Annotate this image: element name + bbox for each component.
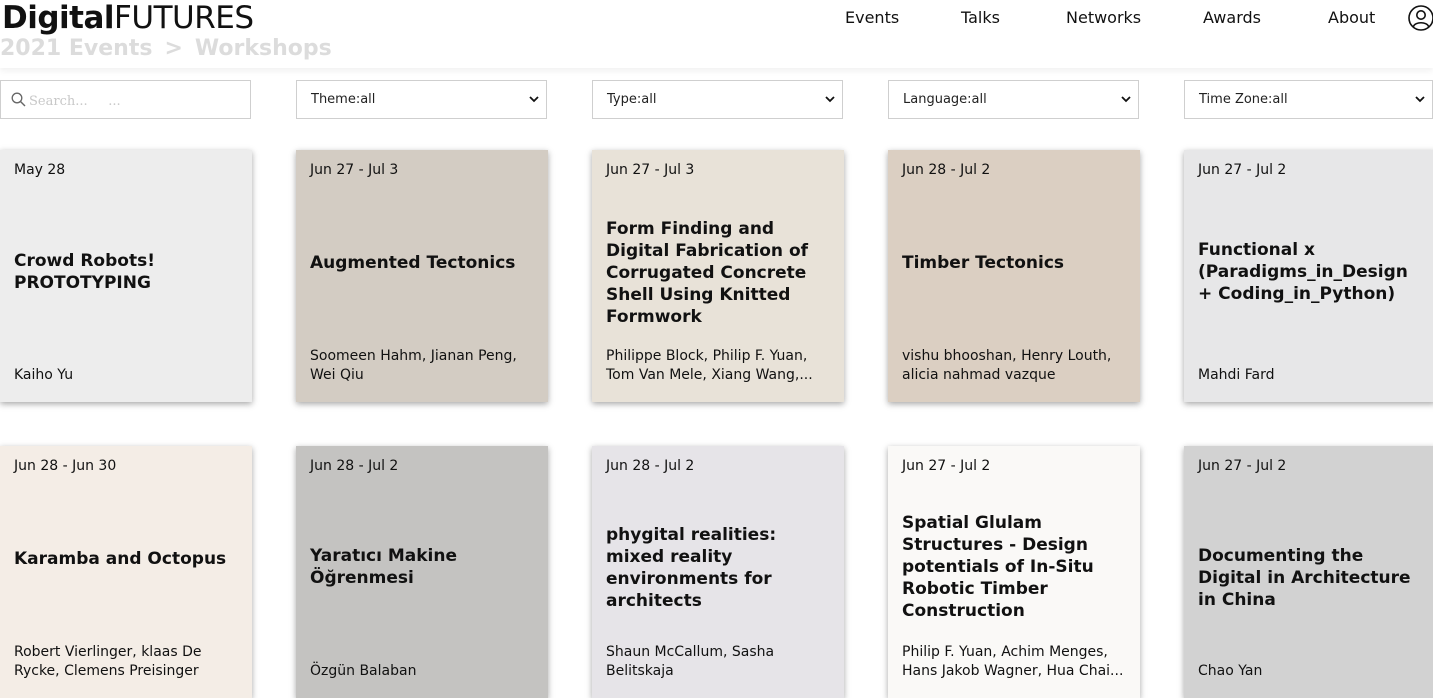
workshop-card[interactable]: Jun 27 - Jul 2 Spatial Glulam Structures…: [888, 446, 1140, 698]
main-nav: Events Talks Networks Awards About: [0, 8, 1433, 32]
card-date: May 28: [14, 162, 66, 178]
card-date: Jun 28 - Jul 2: [310, 458, 399, 474]
breadcrumb-parent[interactable]: 2021 Events: [0, 36, 152, 61]
type-select[interactable]: Type:all: [592, 80, 843, 119]
search-box[interactable]: [0, 80, 251, 119]
card-authors: vishu bhooshan, Henry Louth, alicia nahm…: [902, 348, 1112, 383]
nav-awards[interactable]: Awards: [1203, 8, 1261, 27]
card-authors: Robert Vierlinger, klaas De Rycke, Cleme…: [14, 644, 202, 679]
chevron-down-icon: [1415, 96, 1425, 103]
timezone-select[interactable]: Time Zone:all: [1184, 80, 1433, 119]
card-title: Augmented Tectonics: [310, 253, 516, 273]
card-date: Jun 27 - Jul 3: [606, 162, 695, 178]
card-date: Jun 27 - Jul 2: [1198, 458, 1287, 474]
card-authors: Chao Yan: [1198, 663, 1263, 679]
theme-select-value: Theme:all: [311, 92, 376, 107]
breadcrumb-separator: >: [164, 36, 183, 61]
card-date: Jun 28 - Jul 2: [606, 458, 695, 474]
chevron-down-icon: [529, 96, 539, 103]
card-authors: Philippe Block, Philip F. Yuan, Tom Van …: [606, 348, 813, 383]
card-title: Documenting the Digital in Architecture …: [1198, 546, 1411, 610]
workshop-card[interactable]: May 28 Crowd Robots! PROTOTYPING Kaiho Y…: [0, 150, 252, 402]
nav-events[interactable]: Events: [845, 8, 899, 27]
nav-networks[interactable]: Networks: [1066, 8, 1141, 27]
card-title: Form Finding and Digital Fabrication of …: [606, 219, 809, 327]
theme-select[interactable]: Theme:all: [296, 80, 547, 119]
card-date: Jun 27 - Jul 2: [1198, 162, 1287, 178]
search-icon: [11, 92, 26, 107]
filter-bar: Theme:all Type:all Language:all Time Zon…: [0, 80, 1433, 120]
card-authors: Özgün Balaban: [310, 663, 417, 679]
card-title: Functional x (Paradigms_in_Design + Codi…: [1198, 240, 1408, 304]
card-authors: Soomeen Hahm, Jianan Peng, Wei Qiu: [310, 348, 517, 383]
language-select[interactable]: Language:all: [888, 80, 1139, 119]
nav-about[interactable]: About: [1328, 8, 1375, 27]
card-authors: Philip F. Yuan, Achim Menges, Hans Jakob…: [902, 644, 1124, 679]
workshop-card[interactable]: Jun 27 - Jul 2 Documenting the Digital i…: [1184, 446, 1433, 698]
breadcrumb: 2021 Events > Workshops: [0, 36, 332, 61]
workshop-card[interactable]: Jun 28 - Jun 30 Karamba and Octopus Robe…: [0, 446, 252, 698]
card-authors: Shaun McCallum, Sasha Belitskaja: [606, 644, 775, 679]
user-circle-icon[interactable]: [1408, 5, 1433, 31]
card-title: Spatial Glulam Structures - Design poten…: [902, 513, 1094, 621]
chevron-down-icon: [825, 96, 835, 103]
search-input[interactable]: [27, 89, 241, 113]
breadcrumb-current: Workshops: [194, 36, 332, 61]
site-header: DigitalFUTURES 2021 Events > Workshops Eve…: [0, 0, 1433, 68]
card-date: Jun 28 - Jul 2: [902, 162, 991, 178]
workshop-card[interactable]: Jun 27 - Jul 2 Functional x (Paradigms_i…: [1184, 150, 1433, 402]
card-date: Jun 27 - Jul 2: [902, 458, 991, 474]
card-authors: Mahdi Fard: [1198, 367, 1275, 383]
nav-talks[interactable]: Talks: [961, 8, 1000, 27]
card-title: phygital realities: mixed reality enviro…: [606, 525, 777, 611]
card-authors: Kaiho Yu: [14, 367, 74, 383]
workshop-card[interactable]: Jun 27 - Jul 3 Form Finding and Digital …: [592, 150, 844, 402]
workshop-card[interactable]: Jun 28 - Jul 2 phygital realities: mixed…: [592, 446, 844, 698]
timezone-select-value: Time Zone:all: [1199, 92, 1288, 107]
card-title: Yaratıcı Makine Öğrenmesi: [310, 546, 458, 588]
type-select-value: Type:all: [607, 92, 657, 107]
workshop-card[interactable]: Jun 28 - Jul 2 Yaratıcı Makine Öğrenmesi…: [296, 446, 548, 698]
card-title: Timber Tectonics: [902, 253, 1065, 273]
card-title: Karamba and Octopus: [14, 549, 227, 569]
workshop-card[interactable]: Jun 27 - Jul 3 Augmented Tectonics Soome…: [296, 150, 548, 402]
card-date: Jun 28 - Jun 30: [14, 458, 117, 474]
language-select-value: Language:all: [903, 92, 987, 107]
card-title: Crowd Robots! PROTOTYPING: [14, 251, 155, 293]
workshop-card[interactable]: Jun 28 - Jul 2 Timber Tectonics vishu bh…: [888, 150, 1140, 402]
chevron-down-icon: [1121, 96, 1131, 103]
card-date: Jun 27 - Jul 3: [310, 162, 399, 178]
